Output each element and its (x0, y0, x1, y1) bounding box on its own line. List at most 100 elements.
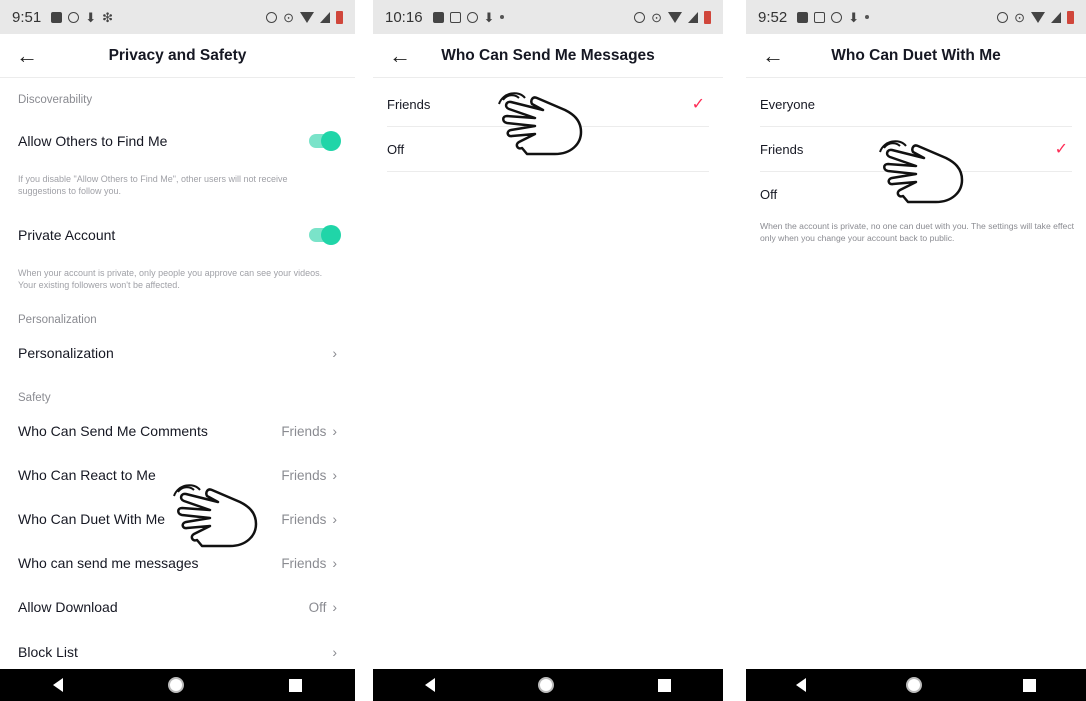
chevron-right-icon: › (332, 599, 337, 615)
nav-recents-icon[interactable] (658, 678, 672, 692)
page-title: Who Can Send Me Messages (441, 46, 655, 64)
chevron-right-icon: › (332, 555, 337, 571)
toggle-knob (321, 225, 341, 245)
wifi-icon (300, 11, 314, 23)
status-time: 10:16 (385, 8, 423, 26)
nav-recents-icon[interactable] (289, 678, 303, 692)
back-arrow-icon[interactable]: ← (16, 42, 38, 70)
option-label: Everyone (760, 96, 815, 112)
send-messages-screen: 10:16 ⬇ ⊙ ← Who Can Send Me Messages Fri… (373, 0, 723, 701)
allow-find-row[interactable]: Allow Others to Find Me (0, 119, 355, 163)
app-header: ← Who Can Duet With Me (746, 34, 1086, 78)
sync-icon (831, 11, 843, 23)
privacy-safety-screen: 9:51 ⬇ ❇ ⊙ ← Privacy and Safety Discover… (0, 0, 355, 701)
download-icon: ⬇ (483, 9, 495, 25)
option-label: Off (760, 187, 778, 202)
location-icon: ⊙ (283, 9, 294, 25)
notification-icons: ⬇ ❇ (51, 11, 113, 24)
status-bar: 10:16 ⬇ ⊙ (373, 0, 723, 34)
chevron-right-icon: › (332, 511, 337, 527)
more-notifications-icon (865, 15, 870, 19)
gallery-icon (797, 11, 809, 23)
option-label: Friends (387, 96, 431, 112)
settings-item-comments[interactable]: Who Can Send Me Comments Friends › (0, 409, 355, 453)
nav-back-icon[interactable] (52, 678, 63, 692)
personalization-label: Personalization (18, 345, 114, 361)
back-arrow-icon[interactable]: ← (389, 42, 411, 70)
wifi-icon (1031, 11, 1045, 23)
nav-home-icon[interactable] (167, 677, 184, 693)
signal-icon (1051, 11, 1061, 23)
back-arrow-icon[interactable]: ← (762, 42, 784, 70)
settings-item-messages[interactable]: Who can send me messages Friends › (0, 541, 355, 585)
settings-item-react[interactable]: Who Can React to Me Friends › (0, 453, 355, 497)
settings-item-block-list[interactable]: Block List › (0, 630, 355, 674)
system-icons: ⊙ (634, 10, 711, 24)
message-icon (449, 11, 461, 23)
nav-back-icon[interactable] (796, 678, 807, 692)
private-account-row[interactable]: Private Account (0, 213, 355, 257)
app-header: ← Who Can Send Me Messages (373, 34, 723, 78)
settings-item-duet[interactable]: Who Can Duet With Me Friends › (0, 497, 355, 541)
message-icon (814, 11, 826, 23)
alarm-icon (634, 11, 646, 23)
screenshot-collage: 9:51 ⬇ ❇ ⊙ ← Privacy and Safety Discover… (0, 0, 1086, 701)
more-notifications-icon (500, 15, 505, 19)
chevron-right-icon: › (332, 644, 337, 660)
android-nav-bar (0, 669, 355, 701)
battery-icon (1067, 10, 1074, 24)
nav-home-icon[interactable] (906, 677, 923, 693)
section-personalization: Personalization (18, 314, 97, 326)
nav-recents-icon[interactable] (1022, 678, 1036, 692)
page-title: Privacy and Safety (108, 46, 247, 64)
item-label: Who Can Send Me Comments (18, 423, 208, 439)
android-nav-bar (746, 669, 1086, 701)
item-value: Friends (281, 467, 327, 483)
chevron-right-icon: › (332, 345, 337, 361)
section-discoverability: Discoverability (18, 94, 93, 106)
allow-find-description: If you disable "Allow Others to Find Me"… (18, 174, 288, 196)
item-label: Allow Download (18, 599, 118, 615)
nav-home-icon[interactable] (538, 677, 555, 693)
app-icon: ❇ (102, 9, 114, 25)
option-off[interactable]: Off (760, 172, 1072, 217)
option-friends[interactable]: Friends ✓ (760, 127, 1072, 172)
location-icon: ⊙ (1014, 9, 1025, 25)
private-account-description: When your account is private, only peopl… (18, 268, 323, 290)
notification-icons: ⬇ (797, 9, 870, 25)
battery-icon (336, 10, 343, 24)
option-label: Off (387, 141, 405, 157)
option-everyone[interactable]: Everyone (760, 82, 1072, 127)
option-off[interactable]: Off (387, 127, 709, 172)
nav-back-icon[interactable] (424, 678, 435, 692)
system-icons: ⊙ (266, 9, 343, 25)
wifi-icon (668, 11, 682, 23)
option-label: Friends (760, 141, 804, 157)
download-icon: ⬇ (85, 9, 97, 25)
gallery-icon (432, 11, 444, 23)
personalization-row[interactable]: Personalization › (0, 331, 355, 375)
signal-icon (320, 11, 330, 23)
app-header: ← Privacy and Safety (0, 34, 355, 78)
item-value: Friends (281, 555, 327, 571)
chevron-right-icon: › (332, 423, 337, 439)
option-friends[interactable]: Friends ✓ (387, 82, 709, 127)
page-title: Who Can Duet With Me (831, 46, 1001, 64)
alarm-icon (997, 11, 1009, 23)
section-safety: Safety (18, 392, 51, 404)
checkmark-icon: ✓ (691, 96, 705, 113)
allow-find-label: Allow Others to Find Me (18, 133, 168, 149)
private-account-toggle[interactable] (309, 225, 341, 245)
duet-settings-screen: 9:52 ⬇ ⊙ ← Who Can Duet With Me Everyone (746, 0, 1086, 701)
settings-item-download[interactable]: Allow Download Off › (0, 585, 355, 629)
allow-find-toggle[interactable] (309, 131, 341, 151)
signal-icon (688, 11, 698, 23)
toggle-knob (321, 131, 341, 151)
item-label: Who can send me messages (18, 555, 199, 571)
download-icon: ⬇ (848, 9, 860, 25)
private-account-label: Private Account (18, 227, 116, 243)
item-value: Off (308, 599, 327, 615)
notification-icons: ⬇ (432, 9, 505, 25)
sync-icon (466, 11, 478, 23)
item-label: Who Can React to Me (18, 467, 156, 483)
